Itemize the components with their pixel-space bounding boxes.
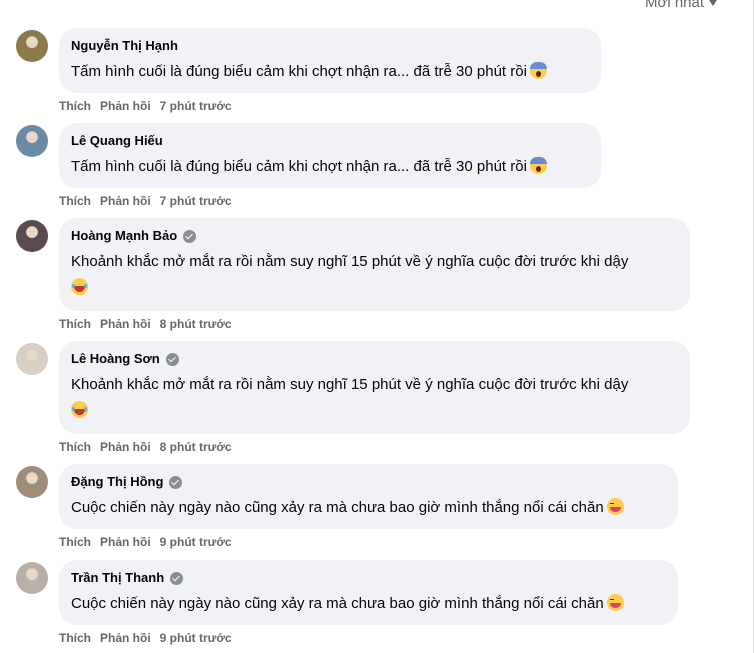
face-screaming-icon: [529, 157, 547, 174]
avatar[interactable]: [16, 125, 48, 157]
face-with-tears-of-joy-icon: [71, 278, 88, 295]
comment-actions: Thích Phản hồi 9 phút trước: [59, 630, 678, 646]
grinning-squinting-face-icon: [606, 594, 624, 611]
comment-actions: Thích Phản hồi 8 phút trước: [59, 316, 690, 332]
reply-button[interactable]: Phản hồi: [100, 534, 151, 550]
comment-actions: Thích Phản hồi 9 phút trước: [59, 534, 678, 550]
comment-bubble: Lê Hoàng Sơn Khoảnh khắc mở mắt ra rồi n…: [59, 341, 690, 434]
like-button[interactable]: Thích: [59, 439, 91, 455]
comment-timestamp[interactable]: 9 phút trước: [160, 630, 232, 646]
comment-list: Nguyễn Thị Hạnh Tấm hình cuối là đúng bi…: [16, 28, 746, 653]
comment-timestamp[interactable]: 8 phút trước: [160, 316, 232, 332]
comment-author[interactable]: Lê Hoàng Sơn: [71, 350, 160, 368]
comment-author[interactable]: Nguyễn Thị Hạnh: [71, 37, 178, 55]
avatar[interactable]: [16, 562, 48, 594]
comment-bubble: Hoàng Mạnh Bảo Khoảnh khắc mở mắt ra rồi…: [59, 218, 690, 311]
sort-label: Mới nhất: [645, 0, 705, 11]
comment-timestamp[interactable]: 8 phút trước: [160, 439, 232, 455]
verified-badge-icon: [183, 229, 197, 243]
avatar[interactable]: [16, 220, 48, 252]
like-button[interactable]: Thích: [59, 534, 91, 550]
comment-author[interactable]: Lê Quang Hiếu: [71, 132, 163, 150]
grinning-squinting-face-icon: [606, 498, 624, 515]
comment-item: Trần Thị Thanh Cuộc chiến này ngày nào c…: [16, 560, 746, 653]
comment-actions: Thích Phản hồi 7 phút trước: [59, 193, 601, 209]
avatar[interactable]: [16, 343, 48, 375]
comment-author[interactable]: Trần Thị Thanh: [71, 569, 164, 587]
comment-bubble: Lê Quang Hiếu Tấm hình cuối là đúng biểu…: [59, 123, 601, 188]
comment-text: Khoảnh khắc mở mắt ra rồi nằm suy nghĩ 1…: [71, 376, 629, 393]
comment-item: Lê Hoàng Sơn Khoảnh khắc mở mắt ra rồi n…: [16, 341, 746, 464]
comment-timestamp[interactable]: 9 phút trước: [160, 534, 232, 550]
verified-badge-icon: [165, 352, 179, 366]
reply-button[interactable]: Phản hồi: [100, 98, 151, 114]
comment-item: Nguyễn Thị Hạnh Tấm hình cuối là đúng bi…: [16, 28, 746, 123]
reply-button[interactable]: Phản hồi: [100, 193, 151, 209]
face-with-tears-of-joy-icon: [71, 401, 88, 418]
reply-button[interactable]: Phản hồi: [100, 630, 151, 646]
reply-button[interactable]: Phản hồi: [100, 316, 151, 332]
face-screaming-icon: [529, 62, 547, 79]
comment-item: Đặng Thị Hồng Cuộc chiến này ngày nào cũ…: [16, 464, 746, 560]
comment-author[interactable]: Hoàng Mạnh Bảo: [71, 227, 177, 245]
comment-timestamp[interactable]: 7 phút trước: [160, 193, 232, 209]
comment-bubble: Nguyễn Thị Hạnh Tấm hình cuối là đúng bi…: [59, 28, 601, 93]
comment-text: Cuộc chiến này ngày nào cũng xảy ra mà c…: [71, 499, 604, 516]
like-button[interactable]: Thích: [59, 98, 91, 114]
comment-actions: Thích Phản hồi 7 phút trước: [59, 98, 601, 114]
reply-button[interactable]: Phản hồi: [100, 439, 151, 455]
comment-timestamp[interactable]: 7 phút trước: [160, 98, 232, 114]
comment-text: Tấm hình cuối là đúng biểu cảm khi chợt …: [71, 63, 527, 80]
comment-text: Cuộc chiến này ngày nào cũng xảy ra mà c…: [71, 595, 604, 612]
verified-badge-icon: [169, 475, 183, 489]
verified-badge-icon: [170, 571, 184, 585]
comment-text: Tấm hình cuối là đúng biểu cảm khi chợt …: [71, 158, 527, 175]
comment-item: Hoàng Mạnh Bảo Khoảnh khắc mở mắt ra rồi…: [16, 218, 746, 341]
comment-bubble: Trần Thị Thanh Cuộc chiến này ngày nào c…: [59, 560, 678, 625]
comment-text: Khoảnh khắc mở mắt ra rồi nằm suy nghĩ 1…: [71, 253, 629, 270]
avatar[interactable]: [16, 466, 48, 498]
comment-bubble: Đặng Thị Hồng Cuộc chiến này ngày nào cũ…: [59, 464, 678, 529]
like-button[interactable]: Thích: [59, 193, 91, 209]
comment-item: Lê Quang Hiếu Tấm hình cuối là đúng biểu…: [16, 123, 746, 218]
comments-panel: Mới nhất Nguyễn Thị Hạnh Tấm hình cuối l…: [0, 0, 754, 653]
sort-dropdown[interactable]: Mới nhất: [645, 0, 718, 11]
comment-actions: Thích Phản hồi 8 phút trước: [59, 439, 690, 455]
like-button[interactable]: Thích: [59, 316, 91, 332]
comment-author[interactable]: Đặng Thị Hồng: [71, 473, 163, 491]
caret-down-icon: [709, 0, 718, 6]
like-button[interactable]: Thích: [59, 630, 91, 646]
avatar[interactable]: [16, 30, 48, 62]
